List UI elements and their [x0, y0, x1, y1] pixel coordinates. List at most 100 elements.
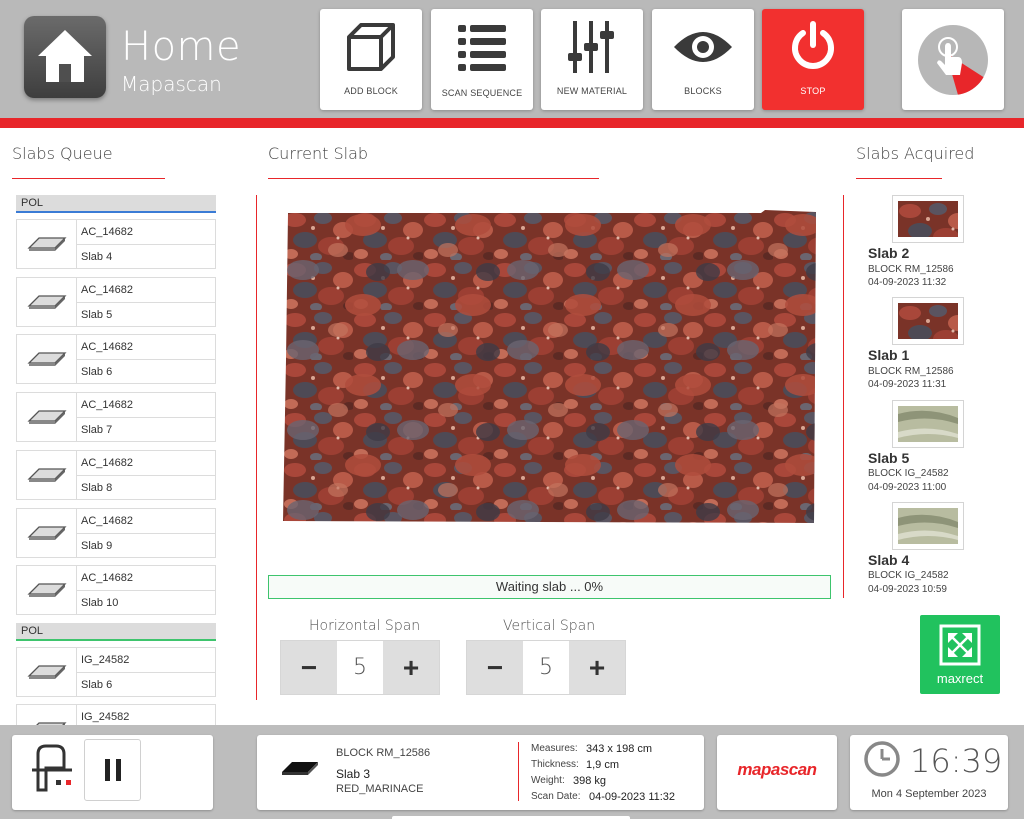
slab-icon [27, 237, 67, 251]
home-button[interactable] [24, 16, 106, 98]
queue-group-header: POL [16, 623, 216, 641]
footer-slab: Slab 3 [336, 767, 371, 781]
scan-date-label: Scan Date: [531, 791, 581, 802]
blocks-button[interactable]: BLOCKS [652, 9, 754, 110]
footer-material: RED_MARINACE [336, 783, 424, 795]
current-slab-image [283, 210, 816, 523]
queue-item-code: IG_24582 [81, 654, 130, 666]
stop-button[interactable]: STOP [762, 9, 864, 110]
footer-block: BLOCK RM_12586 [336, 747, 431, 759]
current-title-underline [268, 178, 599, 179]
scan-date-value: 04-09-2023 11:32 [589, 791, 676, 803]
acquired-slab-block: BLOCK RM_12586 [868, 264, 954, 275]
list-icon [431, 17, 533, 77]
slab-icon [27, 468, 67, 482]
vertical-span-increment-button[interactable]: + [569, 641, 625, 694]
horizontal-span-value[interactable]: 5 [337, 641, 383, 694]
slab-icon [27, 410, 67, 424]
queue-item[interactable]: AC_14682 Slab 8 [16, 450, 216, 500]
thickness-value: 1,9 cm [586, 759, 620, 771]
slab-thumbnail-image [898, 406, 958, 442]
queue-item-slab: Slab 8 [81, 482, 113, 494]
queue-item[interactable]: AC_14682 Slab 6 [16, 334, 216, 384]
queue-item[interactable]: AC_14682 Slab 7 [16, 392, 216, 442]
vertical-span-label: Vertical Span [503, 618, 596, 634]
queue-title: Slabs Queue [12, 144, 113, 163]
item-divider [76, 533, 216, 534]
acquired-slab-name: Slab 5 [868, 450, 910, 466]
queue-item-code: AC_14682 [81, 226, 133, 238]
queue-item[interactable]: AC_14682 Slab 4 [16, 219, 216, 269]
current-slab-title: Current Slab [268, 144, 369, 163]
queue-item[interactable]: AC_14682 Slab 5 [16, 277, 216, 327]
item-divider [76, 590, 216, 591]
home-icon [38, 30, 92, 82]
add-block-button[interactable]: ADD BLOCK [320, 9, 422, 110]
acquired-slab-name: Slab 1 [868, 347, 910, 363]
clock-time: 16:39 [910, 742, 1003, 780]
new-material-button[interactable]: NEW MATERIAL [541, 9, 643, 110]
touch-icon [918, 25, 988, 95]
acquired-slab-thumbnail[interactable] [892, 400, 964, 448]
queue-group-header: POL [16, 195, 216, 213]
queue-item[interactable]: AC_14682 Slab 10 [16, 565, 216, 615]
pause-button[interactable] [84, 739, 141, 801]
queue-item-code: AC_14682 [81, 457, 133, 469]
item-divider [76, 417, 216, 418]
stop-label: STOP [800, 86, 826, 96]
eye-icon [652, 17, 754, 77]
weight-value: 398 kg [573, 775, 607, 787]
queue-item-slab: Slab 5 [81, 309, 113, 321]
horizontal-span-increment-button[interactable]: + [383, 641, 439, 694]
maxrect-button[interactable]: maxrect [920, 615, 1000, 694]
item-divider [76, 302, 216, 303]
slab-icon [282, 762, 318, 775]
vertical-span-stepper: − 5 + [466, 640, 626, 695]
queue-item-code: AC_14682 [81, 284, 133, 296]
acquired-slab-block: BLOCK IG_24582 [868, 468, 949, 479]
sliders-icon [541, 17, 643, 77]
acquired-slab-thumbnail[interactable] [892, 297, 964, 345]
queue-item-slab: Slab 6 [81, 679, 113, 691]
maxrect-label: maxrect [936, 671, 984, 686]
queue-item-code: AC_14682 [81, 515, 133, 527]
horizontal-span-stepper: − 5 + [280, 640, 440, 695]
measures-value: 343 x 198 cm [586, 743, 653, 755]
clock-date: Mon 4 September 2023 [871, 788, 987, 800]
acquired-slab-date: 04-09-2023 11:00 [868, 482, 947, 493]
expand-icon [939, 624, 981, 666]
acquired-slab-thumbnail[interactable] [892, 195, 964, 243]
acquired-slab-name: Slab 4 [868, 552, 910, 568]
power-icon [762, 17, 864, 77]
header-accent-stripe [0, 118, 1024, 128]
page-title: Home [121, 24, 242, 70]
measures-label: Measures: [531, 743, 578, 754]
vertical-span-value[interactable]: 5 [523, 641, 569, 694]
page-subtitle: Mapascan [121, 72, 222, 96]
scan-sequence-button[interactable]: SCAN SEQUENCE [431, 9, 533, 110]
slab-progress-bar: Waiting slab ... 0% [268, 575, 831, 599]
acquired-slab-date: 04-09-2023 10:59 [868, 584, 947, 595]
vertical-span-decrement-button[interactable]: − [467, 641, 523, 694]
queue-item-slab: Slab 4 [81, 251, 113, 263]
queue-item[interactable]: IG_24582 Slab 6 [16, 647, 216, 697]
pause-icon [104, 759, 121, 781]
right-divider [843, 195, 844, 598]
queue-item[interactable]: AC_14682 Slab 9 [16, 508, 216, 558]
machine-logo-icon [32, 744, 72, 792]
slab-thumbnail-image [898, 303, 958, 339]
acquired-title: Slabs Acquired [856, 144, 975, 163]
queue-item[interactable]: IG_24582 [16, 704, 216, 725]
touch-mode-button[interactable] [902, 9, 1004, 110]
left-divider [256, 195, 257, 700]
blocks-label: BLOCKS [684, 86, 722, 96]
acquired-slab-name: Slab 2 [868, 245, 910, 261]
horizontal-span-decrement-button[interactable]: − [281, 641, 337, 694]
queue-item-slab: Slab 6 [81, 366, 113, 378]
acquired-slab-thumbnail[interactable] [892, 502, 964, 550]
slab-thumbnail-image [898, 201, 958, 237]
queue-item-slab: Slab 9 [81, 540, 113, 552]
brand-logo: mapascan [737, 760, 817, 779]
slab-icon [27, 526, 67, 540]
queue-title-underline [12, 178, 165, 179]
